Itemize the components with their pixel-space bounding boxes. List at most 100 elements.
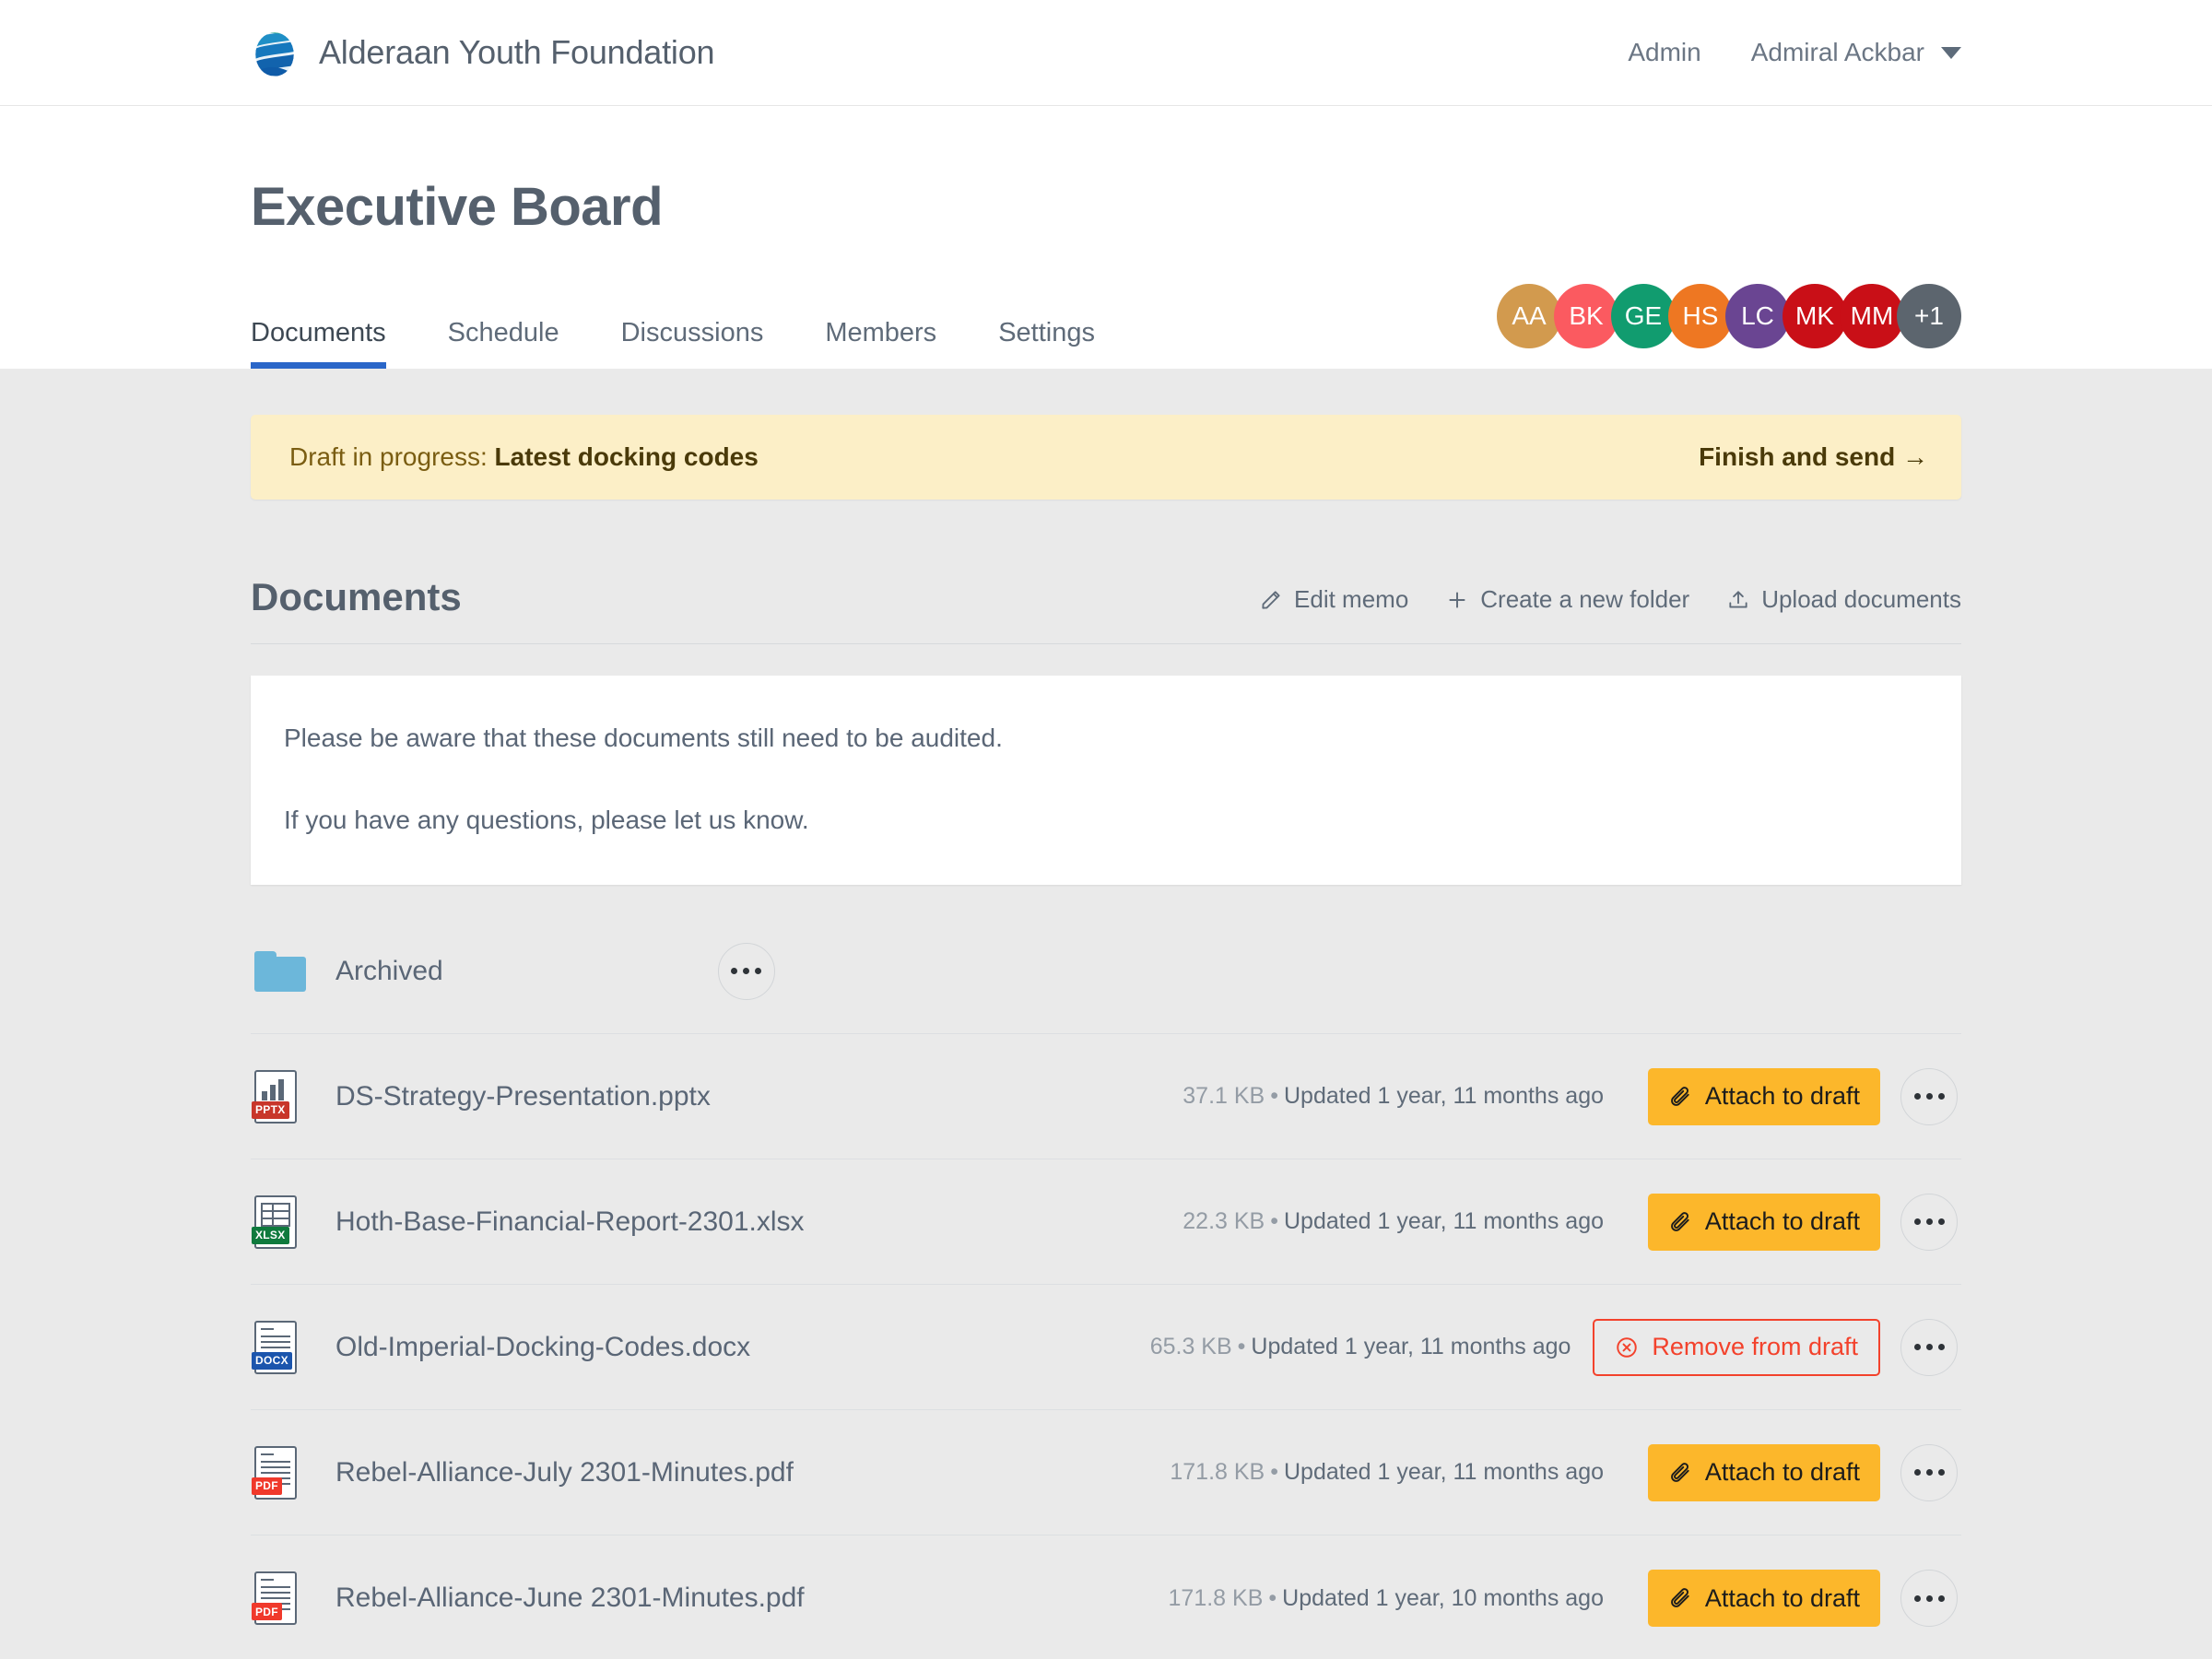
file-meta: 171.8 KB • Updated 1 year, 11 months ago: [1170, 1459, 1626, 1486]
finish-and-send-link[interactable]: Finish and send →: [1699, 442, 1928, 472]
tab-documents[interactable]: Documents: [251, 318, 386, 369]
meta-separator: •: [1270, 1083, 1278, 1110]
draft-banner-name: Latest docking codes: [494, 442, 759, 471]
avatar[interactable]: LC: [1725, 284, 1790, 348]
draft-banner-prefix: Draft in progress:: [289, 442, 495, 471]
file-icon-wrap: DOCX: [251, 1320, 335, 1374]
pdf-file-icon: PDF: [252, 1571, 297, 1626]
file-name-link[interactable]: Rebel-Alliance-June 2301-Minutes.pdf: [335, 1583, 805, 1614]
folder-row[interactable]: Archived: [251, 909, 1961, 1035]
avatar[interactable]: BK: [1554, 284, 1618, 348]
avatar[interactable]: MM: [1840, 284, 1904, 348]
edit-memo-label: Edit memo: [1294, 585, 1409, 613]
attach-to-draft-button[interactable]: Attach to draft: [1647, 1067, 1880, 1125]
document-more-menu-button[interactable]: [1900, 1443, 1958, 1501]
ellipsis-icon: [1925, 1344, 1933, 1351]
attach-to-draft-button[interactable]: Attach to draft: [1647, 1193, 1880, 1251]
avatar[interactable]: GE: [1611, 284, 1676, 348]
docx-file-icon: DOCX: [252, 1320, 297, 1374]
avatar[interactable]: HS: [1668, 284, 1733, 348]
file-meta: 65.3 KB • Updated 1 year, 11 months ago: [1150, 1334, 1594, 1360]
create-new-folder-button[interactable]: Create a new folder: [1445, 585, 1689, 614]
file-name-link[interactable]: Rebel-Alliance-July 2301-Minutes.pdf: [335, 1457, 794, 1488]
user-menu[interactable]: Admiral Ackbar: [1751, 38, 1961, 67]
attach-to-draft-button[interactable]: Attach to draft: [1647, 1570, 1880, 1628]
upload-icon: [1726, 588, 1750, 612]
ellipsis-icon: [1937, 1344, 1945, 1351]
ellipsis-icon: [1913, 1469, 1921, 1477]
pencil-icon: [1259, 588, 1283, 612]
avatar[interactable]: AA: [1497, 284, 1561, 348]
file-name-link[interactable]: Hoth-Base-Financial-Report-2301.xlsx: [335, 1206, 805, 1238]
file-updated: Updated 1 year, 11 months ago: [1251, 1334, 1571, 1360]
draft-banner-text: Draft in progress: Latest docking codes: [289, 442, 759, 472]
file-updated: Updated 1 year, 11 months ago: [1284, 1208, 1604, 1235]
file-updated: Updated 1 year, 10 months ago: [1282, 1584, 1604, 1611]
document-row: PDF Rebel-Alliance-June 2301-Minutes.pdf 1…: [251, 1535, 1961, 1659]
file-size: 65.3 KB: [1149, 1334, 1232, 1360]
folder-icon-wrap: [251, 950, 335, 992]
folder-name-link[interactable]: Archived: [335, 956, 443, 987]
plus-icon: [1445, 588, 1469, 612]
tab-members[interactable]: Members: [825, 318, 936, 369]
tab-bar: Documents Schedule Discussions Members S…: [251, 284, 1961, 369]
row-action-label: Attach to draft: [1704, 1458, 1860, 1487]
brand-home-link[interactable]: Alderaan Youth Foundation: [251, 27, 715, 78]
document-more-menu-button[interactable]: [1900, 1318, 1958, 1376]
file-meta: 22.3 KB • Updated 1 year, 11 months ago: [1182, 1208, 1626, 1235]
document-more-menu-button[interactable]: [1900, 1193, 1958, 1251]
meta-separator: •: [1270, 1459, 1278, 1486]
attach-to-draft-button[interactable]: Attach to draft: [1647, 1443, 1880, 1501]
file-name-link[interactable]: Old-Imperial-Docking-Codes.docx: [335, 1332, 750, 1363]
remove-from-draft-button[interactable]: Remove from draft: [1593, 1318, 1880, 1376]
ellipsis-icon: [1937, 1218, 1945, 1226]
edit-memo-button[interactable]: Edit memo: [1259, 585, 1408, 614]
avatar[interactable]: MK: [1783, 284, 1847, 348]
row-action-label: Attach to draft: [1704, 1207, 1860, 1236]
avatar[interactable]: +1: [1897, 284, 1961, 348]
document-more-menu-button[interactable]: [1900, 1067, 1958, 1125]
tab-settings[interactable]: Settings: [998, 318, 1095, 369]
globe-logo-icon: [251, 27, 299, 78]
file-size: 171.8 KB: [1168, 1584, 1264, 1611]
chevron-down-icon: [1941, 46, 1961, 59]
documents-section-title: Documents: [251, 575, 462, 618]
draft-in-progress-banner: Draft in progress: Latest docking codes …: [251, 415, 1961, 500]
document-row: DOCX Old-Imperial-Docking-Codes.docx 65.3 …: [251, 1285, 1961, 1411]
file-name-link[interactable]: DS-Strategy-Presentation.pptx: [335, 1081, 711, 1112]
document-row-actions: Attach to draft: [1626, 1443, 1958, 1501]
meta-separator: •: [1270, 1208, 1278, 1235]
file-icon-wrap: PPTX: [251, 1069, 335, 1124]
file-meta: 37.1 KB • Updated 1 year, 11 months ago: [1182, 1083, 1626, 1110]
file-type-badge: PDF: [252, 1477, 282, 1495]
ellipsis-icon: [1913, 1344, 1921, 1351]
file-size: 171.8 KB: [1170, 1459, 1265, 1486]
file-icon-wrap: PDF: [251, 1571, 335, 1626]
file-meta: 171.8 KB • Updated 1 year, 10 months ago: [1169, 1585, 1626, 1612]
tab-schedule[interactable]: Schedule: [448, 318, 559, 369]
ellipsis-icon: [1937, 1093, 1945, 1100]
top-navigation-bar: Alderaan Youth Foundation Admin Admiral …: [0, 0, 2212, 106]
document-more-menu-button[interactable]: [1900, 1570, 1958, 1628]
ellipsis-icon: [1937, 1594, 1945, 1602]
admin-link[interactable]: Admin: [1628, 38, 1700, 67]
ellipsis-icon: [755, 968, 762, 975]
file-updated: Updated 1 year, 11 months ago: [1284, 1459, 1604, 1486]
documents-section-header: Documents Edit memo Create a new folder …: [251, 575, 1961, 644]
document-row: PPTX DS-Strategy-Presentation.pptx 37.1 KB…: [251, 1034, 1961, 1160]
tab-discussions[interactable]: Discussions: [621, 318, 764, 369]
file-size: 22.3 KB: [1182, 1208, 1265, 1235]
ellipsis-icon: [1925, 1093, 1933, 1100]
folder-more-menu-button[interactable]: [717, 942, 775, 1000]
brand-title: Alderaan Youth Foundation: [319, 33, 715, 71]
document-row-actions: Attach to draft: [1626, 1570, 1958, 1628]
upload-documents-button[interactable]: Upload documents: [1726, 585, 1961, 614]
file-icon-wrap: PDF: [251, 1445, 335, 1500]
meta-separator: •: [1268, 1584, 1277, 1611]
ellipsis-icon: [1925, 1469, 1933, 1477]
file-icon-wrap: XLSX: [251, 1194, 335, 1249]
document-row-actions: Attach to draft: [1626, 1067, 1958, 1125]
ellipsis-icon: [1937, 1469, 1945, 1477]
main-content: Draft in progress: Latest docking codes …: [0, 415, 2212, 1659]
memo-card: Please be aware that these documents sti…: [251, 676, 1961, 886]
